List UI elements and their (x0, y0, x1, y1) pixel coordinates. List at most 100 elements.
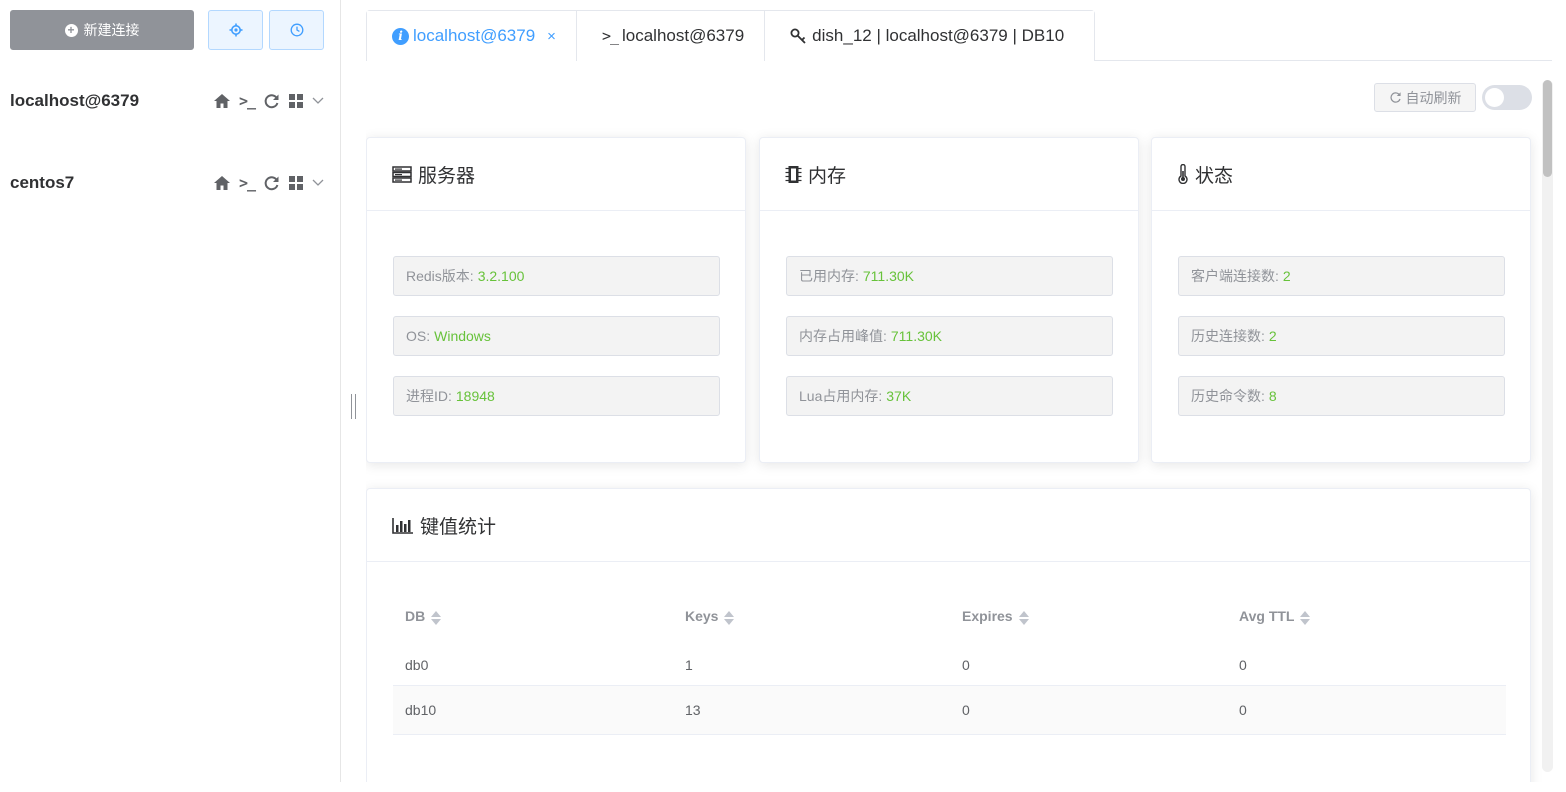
cell-keys: 1 (685, 656, 693, 673)
gear-icon (229, 23, 242, 37)
sort-icon[interactable] (1300, 610, 1311, 626)
sidebar: + 新建连接 localhost@6379 >_ centos7 >_ (0, 0, 341, 782)
card-body: Redis版本: 3.2.100 OS: Windows 进程ID: 18948 (367, 211, 745, 416)
stat-value: 8 (1268, 388, 1277, 404)
card-title: 服务器 (418, 165, 476, 187)
new-connection-button[interactable]: + 新建连接 (10, 10, 194, 50)
stat-value: 711.30K (862, 268, 915, 284)
app-window: + 新建连接 localhost@6379 >_ centos7 >_ i lo… (0, 0, 1566, 792)
grid-icon[interactable] (288, 175, 304, 191)
cell-db: db10 (405, 702, 437, 718)
bar-chart-icon (392, 517, 413, 534)
history-button[interactable] (269, 10, 324, 50)
stat-value: 2 (1268, 328, 1277, 344)
refresh-icon[interactable] (263, 93, 280, 110)
server-info-panel: 自动刷新 服务器 Redis版本: 3.2.100 OS: Windows 进程… (366, 61, 1542, 782)
os-row: OS: Windows (393, 316, 720, 356)
tab-key-dish12[interactable]: dish_12 | localhost@6379 | DB10 (764, 11, 1095, 61)
tab-info-localhost[interactable]: i localhost@6379 × (367, 11, 576, 62)
total-commands-row: 历史命令数: 8 (1178, 376, 1505, 416)
server-icon (392, 165, 412, 183)
tab-label: dish_12 | localhost@6379 | DB10 (812, 26, 1065, 45)
keyspace-table: DB Keys Expires Avg TTL db0 1 0 0 db10 1… (393, 596, 1506, 735)
stat-value: 3.2.100 (477, 268, 525, 284)
connection-name: centos7 (10, 173, 75, 192)
tab-bar: i localhost@6379 × >_ localhost@6379 dis… (366, 10, 1552, 62)
stat-value: 18948 (455, 388, 495, 404)
sort-icon[interactable] (431, 610, 442, 626)
connection-item-centos7[interactable]: centos7 >_ (10, 168, 324, 198)
connection-name: localhost@6379 (10, 91, 140, 110)
peak-memory-row: 内存占用峰值: 711.30K (786, 316, 1113, 356)
sidebar-resize-handle[interactable] (351, 394, 356, 419)
stat-label: Redis版本: (406, 268, 474, 284)
home-icon[interactable] (213, 175, 231, 191)
cell-expires: 0 (962, 656, 970, 673)
thermometer-icon (1178, 164, 1188, 184)
sort-icon[interactable] (724, 610, 735, 626)
stat-value: 37K (886, 388, 912, 404)
chevron-down-icon[interactable] (312, 179, 324, 187)
card-body: 已用内存: 711.30K 内存占用峰值: 711.30K Lua占用内存: 3… (760, 211, 1138, 416)
cell-db: db0 (405, 656, 429, 673)
status-card: 状态 客户端连接数: 2 历史连接数: 2 历史命令数: 8 (1151, 137, 1531, 463)
stat-value: 711.30K (890, 328, 943, 344)
stat-label: Lua占用内存: (799, 388, 883, 404)
table-row[interactable]: db10 13 0 0 (393, 686, 1506, 735)
key-icon (790, 28, 806, 44)
refresh-icon (1389, 92, 1401, 103)
terminal-icon: >_ (601, 27, 619, 45)
memory-card: 内存 已用内存: 711.30K 内存占用峰值: 711.30K Lua占用内存… (759, 137, 1139, 463)
column-header-db[interactable]: DB (393, 608, 673, 625)
used-memory-row: 已用内存: 711.30K (786, 256, 1113, 296)
switch-knob (1485, 88, 1504, 107)
new-connection-label: 新建连接 (83, 22, 140, 38)
cell-keys: 13 (685, 702, 701, 718)
stat-label: 进程ID: (406, 388, 452, 404)
column-header-keys[interactable]: Keys (673, 608, 950, 625)
process-id-row: 进程ID: 18948 (393, 376, 720, 416)
card-header: 状态 (1152, 138, 1530, 211)
card-body: 客户端连接数: 2 历史连接数: 2 历史命令数: 8 (1152, 211, 1530, 416)
terminal-icon[interactable]: >_ (239, 92, 256, 110)
card-header: 内存 (760, 138, 1138, 211)
stat-label: 历史连接数: (1191, 328, 1265, 344)
total-connections-row: 历史连接数: 2 (1178, 316, 1505, 356)
terminal-icon[interactable]: >_ (239, 174, 256, 192)
home-icon[interactable] (213, 93, 231, 109)
stat-value: Windows (434, 328, 491, 344)
cell-expires: 0 (962, 702, 970, 718)
vertical-scrollbar[interactable] (1542, 80, 1553, 772)
clock-icon (290, 23, 303, 37)
card-title: 键值统计 (420, 516, 497, 538)
auto-refresh-control: 自动刷新 (1374, 83, 1532, 112)
redis-version-row: Redis版本: 3.2.100 (393, 256, 720, 296)
keyspace-card: 键值统计 DB Keys Expires Avg TTL db0 1 0 0 d… (366, 488, 1531, 782)
table-header: DB Keys Expires Avg TTL (393, 596, 1506, 638)
grid-icon[interactable] (288, 93, 304, 109)
connection-actions: >_ (213, 92, 324, 110)
card-header: 键值统计 (367, 489, 1530, 562)
close-icon[interactable]: × (547, 28, 556, 45)
sort-icon[interactable] (1018, 610, 1029, 626)
tab-list: i localhost@6379 × >_ localhost@6379 dis… (366, 10, 1096, 62)
memory-chip-icon (785, 165, 802, 183)
cell-avg-ttl: 0 (1239, 656, 1247, 673)
refresh-icon[interactable] (263, 175, 280, 192)
auto-refresh-switch[interactable] (1482, 85, 1532, 110)
settings-button[interactable] (208, 10, 263, 50)
chevron-down-icon[interactable] (312, 97, 324, 105)
scrollbar-thumb[interactable] (1543, 80, 1552, 177)
stat-value: 2 (1282, 268, 1291, 284)
card-title: 内存 (808, 165, 847, 187)
auto-refresh-button[interactable]: 自动刷新 (1374, 83, 1476, 112)
stat-label: 客户端连接数: (1191, 268, 1279, 284)
column-header-expires[interactable]: Expires (950, 608, 1227, 625)
column-header-avg-ttl[interactable]: Avg TTL (1227, 608, 1506, 625)
stat-label: 历史命令数: (1191, 388, 1265, 404)
tab-terminal-localhost[interactable]: >_ localhost@6379 (575, 11, 765, 61)
server-card: 服务器 Redis版本: 3.2.100 OS: Windows 进程ID: 1… (366, 137, 746, 463)
table-row[interactable]: db0 1 0 0 (393, 644, 1506, 686)
tab-label: localhost@6379 (413, 26, 536, 45)
connection-item-localhost[interactable]: localhost@6379 >_ (10, 86, 324, 116)
